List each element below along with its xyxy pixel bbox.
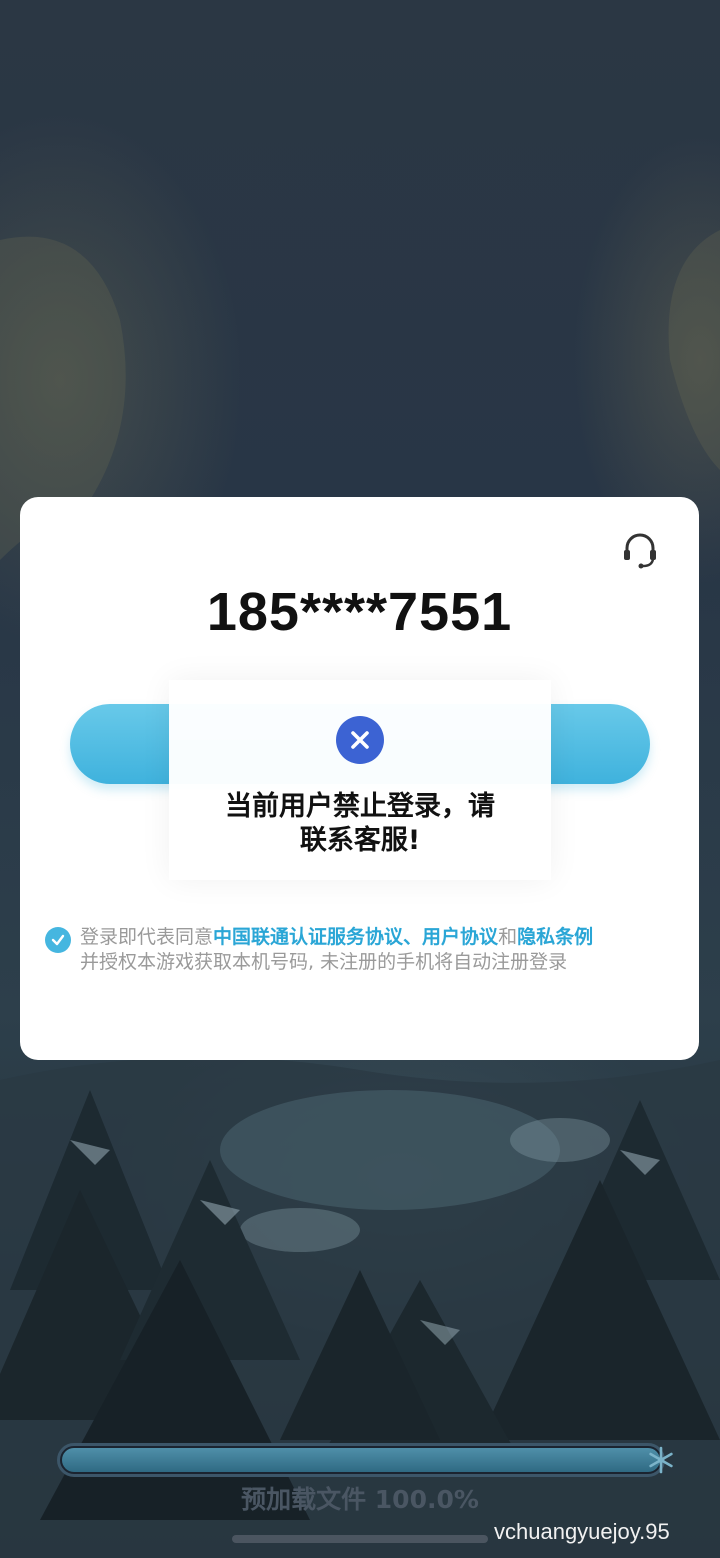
home-indicator[interactable] bbox=[232, 1535, 488, 1543]
checkmark-icon[interactable] bbox=[45, 927, 71, 953]
toast-message-line1: 当前用户禁止登录，请 bbox=[225, 791, 495, 822]
agreement-separator: 、 bbox=[403, 926, 423, 948]
agreement-line2: 并授权本游戏获取本机号码, 未注册的手机将自动注册登录 bbox=[80, 951, 568, 973]
phone-number: 185****7551 bbox=[206, 582, 513, 642]
toast-message-line2: 联系客服! bbox=[299, 825, 421, 856]
loading-progress-fill bbox=[62, 1448, 660, 1472]
headset-icon-glyph bbox=[624, 533, 656, 569]
agreement-and: 和 bbox=[498, 926, 518, 948]
toast-message: 当前用户禁止登录，请 联系客服! bbox=[189, 790, 531, 858]
user-agreement-link[interactable]: 用户协议 bbox=[422, 926, 498, 948]
error-x-icon-glyph bbox=[351, 731, 369, 749]
snowflake-icon-glyph bbox=[649, 1446, 673, 1474]
error-toast: 当前用户禁止登录，请 联系客服! bbox=[169, 680, 551, 880]
agreement-text: 登录即代表同意中国联通认证服务协议、用户协议和隐私条例 并授权本游戏获取本机号码… bbox=[80, 925, 680, 975]
privacy-policy-link[interactable]: 隐私条例 bbox=[517, 926, 593, 948]
loading-progress-bar bbox=[57, 1443, 665, 1477]
error-x-icon bbox=[336, 716, 384, 764]
unicom-auth-agreement-link[interactable]: 中国联通认证服务协议 bbox=[213, 926, 403, 948]
snowflake-icon bbox=[644, 1443, 678, 1477]
checkmark-icon-glyph bbox=[51, 934, 65, 946]
watermark-text: vchuangyuejoy.95 bbox=[494, 1519, 670, 1544]
agreement-prefix: 登录即代表同意 bbox=[80, 926, 214, 948]
headset-icon[interactable] bbox=[618, 527, 662, 571]
loading-label: 预加载文件 100.0% bbox=[241, 1485, 479, 1514]
